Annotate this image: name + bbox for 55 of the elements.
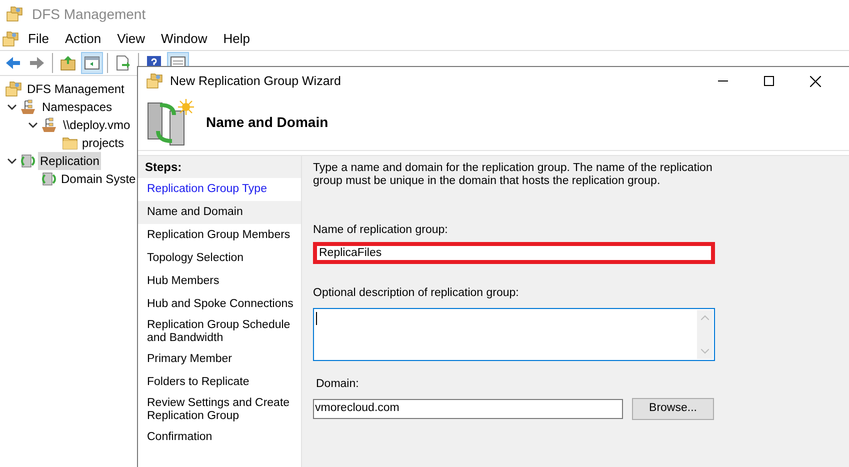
export-list-icon (115, 55, 131, 71)
wizard-step[interactable]: Topology Selection (138, 247, 301, 270)
domain-field[interactable]: vmorecloud.com (313, 398, 623, 419)
folders-icon (6, 6, 24, 22)
namespace-icon (20, 99, 38, 115)
browse-button[interactable]: Browse... (632, 398, 714, 420)
field-label: Optional description of replication group: (313, 286, 520, 302)
menu-item[interactable]: Help (215, 29, 258, 49)
description-field[interactable] (313, 308, 715, 360)
steps-header: Steps: (138, 156, 301, 178)
wizard-step[interactable]: Hub and Spoke Connections (138, 293, 301, 316)
wizard-step[interactable]: Hub Members (138, 270, 301, 293)
tree-item[interactable]: Replication (38, 152, 102, 170)
menu-item[interactable]: Window (153, 29, 216, 49)
folders-icon (5, 81, 23, 97)
tree-item[interactable]: \\deploy.vmo (61, 116, 132, 134)
wizard-title: New Replication Group Wizard (170, 72, 341, 90)
folder-up-icon (60, 55, 76, 71)
menu-item[interactable]: View (109, 29, 154, 49)
wizard-step[interactable]: Replication Group Type (138, 178, 301, 201)
instructions-text: Type a name and domain for the replication group. The name of the replication group must be unique in the domain that hosts the replication group. (313, 162, 713, 188)
close-icon (810, 76, 820, 86)
tree-item[interactable]: Domain Syste (59, 170, 138, 188)
wizard-step[interactable]: Folders to Replicate (138, 371, 301, 394)
back-arrow-icon (5, 55, 21, 71)
menu-item[interactable]: File (20, 29, 57, 49)
maximize-icon (764, 76, 774, 86)
tree-item[interactable]: DFS Management (25, 80, 126, 98)
sync-icon (41, 171, 57, 187)
menu-item[interactable]: Action (56, 29, 110, 49)
field-label: Name of replication group: (313, 223, 449, 238)
wizard-step[interactable]: Name and Domain (138, 201, 301, 224)
expand-chevron-icon[interactable] (7, 156, 17, 166)
sync-icon (20, 153, 36, 169)
field-label: Domain: (315, 376, 360, 392)
toolbar-button[interactable] (81, 52, 103, 74)
page-heading: Name and Domain (206, 113, 328, 132)
namespace-icon (41, 117, 59, 133)
wizard-step[interactable]: Primary Member (138, 348, 301, 371)
tree-item[interactable]: projects (80, 134, 126, 152)
wizard-step[interactable]: Confirmation (138, 426, 301, 449)
folders-icon (2, 31, 20, 47)
forward-arrow-icon (29, 55, 45, 71)
window-title: DFS Management (32, 4, 146, 24)
expand-chevron-icon[interactable] (7, 102, 17, 112)
folders-icon (146, 73, 164, 89)
wizard-step[interactable]: Replication Group Schedule and Bandwidth (138, 316, 301, 348)
tree-item[interactable]: Namespaces (40, 98, 114, 116)
wizard-step[interactable]: Replication Group Members (138, 224, 301, 247)
console-tree-icon (84, 55, 100, 71)
expand-chevron-icon[interactable] (28, 120, 38, 130)
folder-icon (62, 135, 78, 151)
name-field[interactable]: ReplicaFiles (313, 242, 715, 264)
wizard-step[interactable]: Review Settings and Create Replication Group (138, 394, 301, 426)
replication-servers-icon (146, 98, 194, 146)
